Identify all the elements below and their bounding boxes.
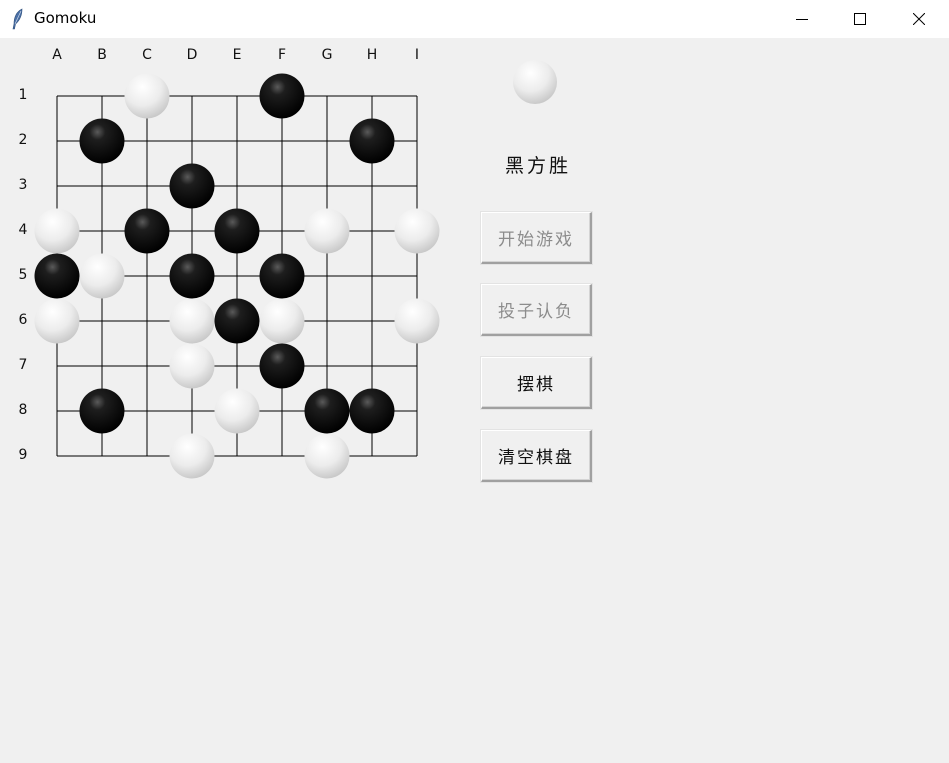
resign-label: 投子认负	[498, 302, 574, 322]
clear-board-label: 清空棋盘	[498, 448, 574, 468]
black-stone	[349, 118, 395, 164]
white-stone	[169, 433, 215, 479]
black-stone	[349, 388, 395, 434]
clear-board-button[interactable]: 清空棋盘	[481, 430, 592, 482]
start-game-button[interactable]: 开始游戏	[481, 212, 592, 264]
black-stone	[259, 343, 305, 389]
board-area: ABCDEFGHI 123456789	[0, 38, 470, 498]
place-stones-label: 摆棋	[517, 375, 555, 395]
place-stones-button[interactable]: 摆棋	[481, 357, 592, 409]
resign-button[interactable]: 投子认负	[481, 284, 592, 336]
white-stone	[394, 298, 440, 344]
turn-indicator-stone	[513, 60, 557, 104]
black-stone	[79, 388, 125, 434]
black-stone	[169, 163, 215, 209]
black-stone	[169, 253, 215, 299]
title-bar[interactable]: Gomoku	[0, 0, 949, 38]
black-stone	[259, 73, 305, 119]
black-stone	[214, 208, 260, 254]
white-stone	[304, 433, 350, 479]
minimize-button[interactable]	[779, 0, 825, 38]
start-game-label: 开始游戏	[498, 230, 574, 250]
maximize-icon	[854, 13, 866, 25]
white-stone	[394, 208, 440, 254]
black-stone	[259, 253, 305, 299]
black-stone	[124, 208, 170, 254]
black-stone	[214, 298, 260, 344]
window-title: Gomoku	[34, 9, 97, 27]
black-stone	[79, 118, 125, 164]
close-icon	[913, 13, 925, 25]
white-stone	[259, 298, 305, 344]
white-stone	[169, 343, 215, 389]
gomoku-window: Gomoku ABCDEFGHI 123456789 黑方胜 开始游戏 投子认负…	[0, 0, 949, 763]
feather-icon	[12, 8, 23, 30]
white-stone	[124, 73, 170, 119]
white-stone	[214, 388, 260, 434]
close-button[interactable]	[896, 0, 942, 38]
go-board[interactable]	[0, 38, 470, 498]
white-stone	[169, 298, 215, 344]
maximize-button[interactable]	[837, 0, 883, 38]
game-status: 黑方胜	[504, 155, 571, 177]
minimize-icon	[796, 19, 808, 20]
black-stone	[34, 253, 80, 299]
white-stone	[34, 208, 80, 254]
white-stone	[304, 208, 350, 254]
white-stone	[79, 253, 125, 299]
black-stone	[304, 388, 350, 434]
white-stone	[34, 298, 80, 344]
